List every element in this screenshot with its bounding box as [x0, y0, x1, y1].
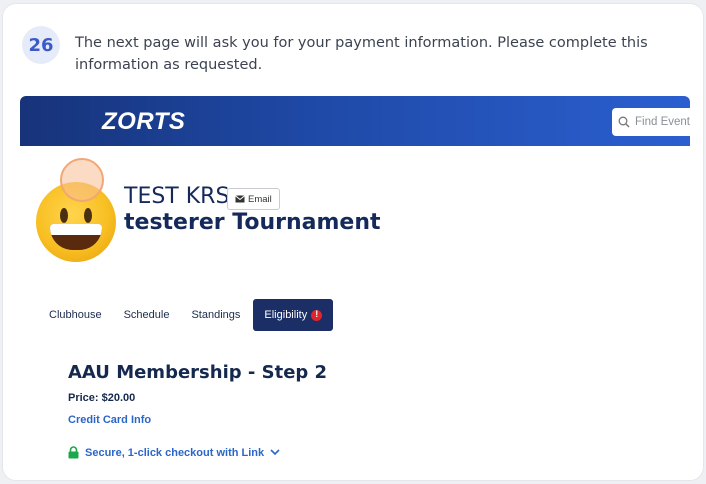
tab-standings[interactable]: Standings [180, 299, 251, 331]
team-name: TEST KRS [124, 184, 230, 209]
find-event-search[interactable] [612, 108, 690, 136]
credit-card-info-label: Credit Card Info [68, 414, 152, 426]
secure-checkout-label: Secure, 1-click checkout with Link [85, 446, 265, 459]
tab-clubhouse[interactable]: Clubhouse [38, 299, 113, 331]
step-instruction: The next page will ask you for your paym… [75, 35, 648, 73]
event-title: testerer Tournament [124, 210, 381, 235]
step-card: 26 The next page will ask you for your p… [2, 3, 704, 481]
tab-eligibility[interactable]: Eligibility [253, 299, 334, 331]
search-icon [618, 116, 630, 128]
alert-icon [311, 309, 323, 321]
zorts-logo[interactable]: ZORTS [102, 108, 185, 136]
avatar-eye-right [84, 208, 92, 223]
step-number-badge: 26 [22, 26, 60, 64]
tab-schedule[interactable]: Schedule [113, 299, 181, 331]
envelope-icon [235, 195, 245, 203]
secure-checkout-link[interactable]: Secure, 1-click checkout with Link [68, 446, 280, 459]
avatar-eye-left [60, 208, 68, 223]
email-button-label: Email [248, 193, 272, 205]
chevron-down-icon [270, 449, 280, 456]
avatar-mouth [50, 224, 102, 250]
membership-heading: AAU Membership - Step 2 [68, 362, 328, 383]
email-button[interactable]: Email [227, 188, 280, 210]
membership-price: Price: $20.00 [68, 392, 136, 404]
tab-eligibility-label: Eligibility [264, 309, 308, 321]
team-tabs: Clubhouse Schedule Standings Eligibility [38, 299, 334, 331]
site-header: ZORTS [20, 96, 690, 146]
click-indicator [60, 158, 104, 202]
lock-icon [68, 446, 79, 459]
screenshot-frame: ZORTS TEST KRS Email testerer Tourname [20, 96, 690, 480]
search-input[interactable] [635, 116, 690, 128]
